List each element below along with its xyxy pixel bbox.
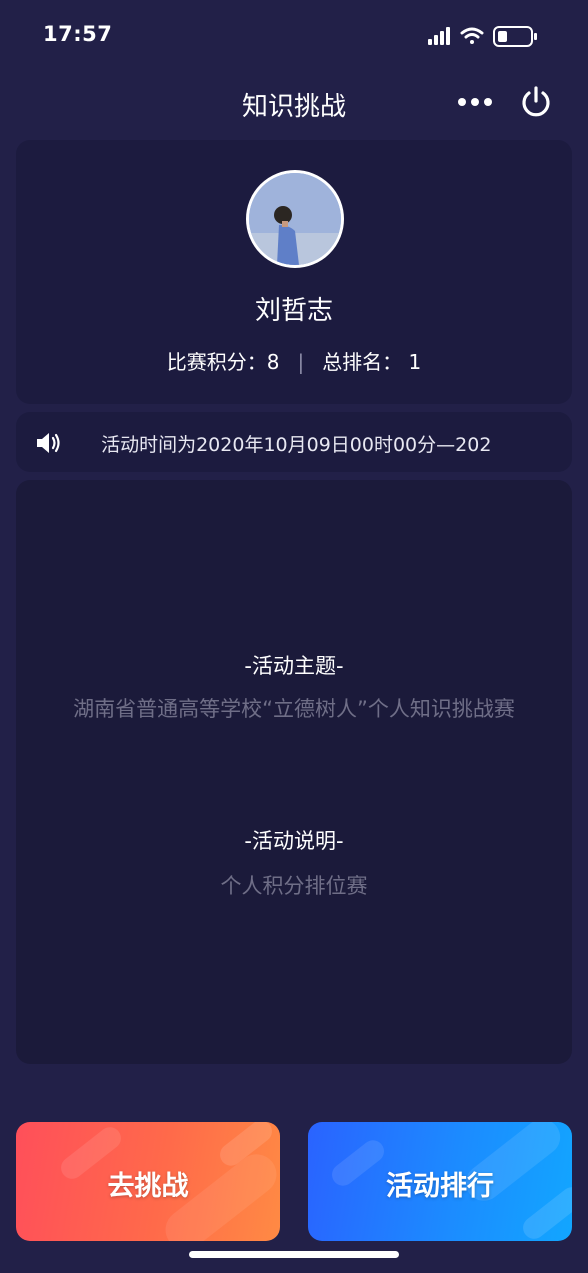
- notice-fade: [502, 412, 572, 472]
- challenge-button[interactable]: 去挑战: [16, 1122, 280, 1241]
- battery-icon: [493, 26, 537, 47]
- stats-separator: |: [297, 350, 305, 374]
- avatar[interactable]: [246, 170, 344, 268]
- avatar-photo: [249, 173, 341, 265]
- rank-label: 总排名：: [322, 350, 403, 374]
- power-icon: [522, 86, 550, 117]
- wifi-icon: [460, 27, 484, 44]
- cellular-signal-icon: [428, 27, 450, 45]
- notice-marquee: 0分 活动时间为2020年10月09日00时00分—202: [72, 412, 562, 472]
- description-text: 个人积分排位赛: [220, 874, 368, 898]
- profile-card: 刘哲志 比赛积分：8 | 总排名： 1: [16, 140, 572, 404]
- nav-bar: 知识挑战: [0, 70, 588, 138]
- status-icons: [424, 24, 554, 50]
- challenge-button-label: 去挑战: [107, 1171, 189, 1202]
- activity-info-card: -活动主题- 湖南省普通高等学校“立德树人”个人知识挑战赛 -活动说明- 个人积…: [16, 480, 572, 1064]
- ranking-button-label: 活动排行: [386, 1171, 494, 1202]
- more-dots-icon: [458, 98, 492, 106]
- page-title: 知识挑战: [241, 92, 346, 122]
- power-button[interactable]: [518, 84, 554, 120]
- theme-text: 湖南省普通高等学校“立德树人”个人知识挑战赛: [73, 697, 515, 721]
- notice-bar: 0分 活动时间为2020年10月09日00时00分—202: [16, 412, 572, 472]
- notice-text: 0分 活动时间为2020年10月09日00时00分—202: [72, 434, 492, 456]
- status-time: 17:57: [43, 22, 113, 46]
- ranking-button[interactable]: 活动排行: [308, 1122, 572, 1241]
- score-stats: 比赛积分：8 | 总排名： 1: [16, 346, 572, 375]
- user-name: 刘哲志: [254, 296, 333, 326]
- rank-value: 1: [408, 350, 422, 374]
- home-indicator[interactable]: [189, 1251, 399, 1258]
- speaker-icon: [34, 430, 64, 456]
- status-bar: 17:57: [0, 0, 588, 70]
- theme-heading: -活动主题-: [244, 654, 344, 678]
- more-button[interactable]: [456, 90, 496, 114]
- score-value: 8: [266, 350, 280, 374]
- score-label: 比赛积分：: [166, 350, 267, 374]
- description-heading: -活动说明-: [244, 829, 344, 853]
